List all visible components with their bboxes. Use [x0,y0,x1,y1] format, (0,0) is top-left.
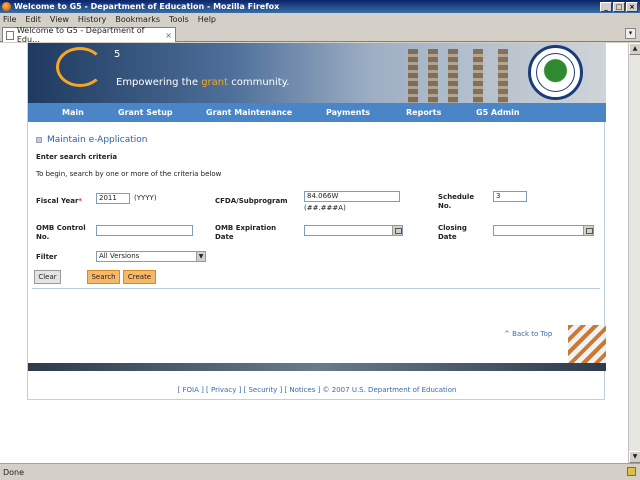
g5-banner: G 5 Empowering the grant community. [28,43,606,103]
cfda-input[interactable]: 84.066W [304,191,400,202]
menu-bar: File Edit View History Bookmarks Tools H… [0,13,640,25]
page-title: Maintain e-Application [36,135,147,145]
banner-tagline: Empowering the grant community. [116,77,290,88]
maximize-button[interactable]: □ [613,1,625,12]
omb-expiration-label: OMB Expiration Date [215,224,277,241]
calendar-icon[interactable] [392,226,402,235]
calendar-icon[interactable] [583,226,593,235]
clear-button[interactable]: Clear [34,270,61,284]
schedule-label: Schedule No. [438,193,475,210]
vertical-scrollbar[interactable]: ▲ ▼ [628,43,640,463]
fiscal-year-format: (YYYY) [134,194,157,202]
tab-bar: Welcome to G5 - Department of Edu... × ▾ [0,26,640,44]
g5-logo-number: 5 [114,49,121,60]
security-lock-icon[interactable] [627,467,636,476]
window-title: Welcome to G5 - Department of Education … [14,2,280,11]
nav-grant-setup[interactable]: Grant Setup [118,108,173,117]
menu-file[interactable]: File [3,15,16,24]
search-button[interactable]: Search [87,270,120,284]
search-instructions: To begin, search by one or more of the c… [36,170,222,178]
close-button[interactable]: × [626,1,638,12]
required-marker: * [78,197,83,205]
back-to-top-link[interactable]: ^ Back to Top [504,330,552,338]
nav-g5-admin[interactable]: G5 Admin [476,108,520,117]
browser-viewport: G 5 Empowering the grant community. Main… [0,43,640,463]
page-icon [6,30,14,40]
firefox-icon [2,2,11,11]
bookshelf-decoration [448,49,458,103]
nav-main[interactable]: Main [62,108,84,117]
department-seal-icon [528,45,583,100]
menu-edit[interactable]: Edit [25,15,41,24]
g5-page: G 5 Empowering the grant community. Main… [27,43,606,400]
menu-help[interactable]: Help [198,15,216,24]
form-divider [32,288,600,289]
browser-tab[interactable]: Welcome to G5 - Department of Edu... × [2,26,176,44]
tab-label: Welcome to G5 - Department of Edu... [16,26,145,44]
search-criteria-heading: Enter search criteria [36,153,118,161]
closing-date-label: Closing Date [438,224,467,241]
window-title-bar: Welcome to G5 - Department of Education … [0,0,640,13]
status-text: Done [3,467,25,477]
menu-tools[interactable]: Tools [169,15,189,24]
create-button[interactable]: Create [123,270,156,284]
bookshelf-decoration [498,49,508,103]
filter-label: Filter [36,253,58,261]
cfda-format: (##.###A) [304,204,346,212]
bookshelf-decoration [428,49,438,103]
omb-expiration-input[interactable] [304,225,403,236]
footer-strip [28,363,606,371]
nav-reports[interactable]: Reports [406,108,441,117]
menu-view[interactable]: View [50,15,69,24]
section-bullet-icon [36,137,42,143]
g5-logo: G [56,47,104,87]
minimize-button[interactable]: _ [600,1,612,12]
filter-select[interactable]: All Versions ▼ [96,251,206,262]
classroom-chairs-decoration [568,325,606,365]
nav-payments[interactable]: Payments [326,108,370,117]
cfda-label: CFDA/Subprogram [215,197,288,205]
fiscal-year-input[interactable]: 2011 [96,193,130,204]
schedule-input[interactable]: 3 [493,191,527,202]
status-bar: Done [0,463,640,480]
scroll-up-icon[interactable]: ▲ [629,43,640,55]
menu-bookmarks[interactable]: Bookmarks [115,15,160,24]
main-nav: Main Grant Setup Grant Maintenance Payme… [28,103,606,122]
omb-control-input[interactable] [96,225,193,236]
menu-history[interactable]: History [78,15,106,24]
fiscal-year-label: Fiscal Year* [36,197,83,205]
tab-list-icon[interactable]: ▾ [625,28,636,39]
tab-close-icon[interactable]: × [165,31,172,40]
footer-links[interactable]: [ FOIA ] [ Privacy ] [ Security ] [ Noti… [28,386,606,394]
scroll-down-icon[interactable]: ▼ [629,451,640,463]
bookshelf-decoration [473,49,483,103]
omb-control-label: OMB Control No. [36,224,86,241]
closing-date-input[interactable] [493,225,594,236]
bookshelf-decoration [408,49,418,103]
nav-grant-maintenance[interactable]: Grant Maintenance [206,108,292,117]
chevron-down-icon[interactable]: ▼ [196,252,205,261]
